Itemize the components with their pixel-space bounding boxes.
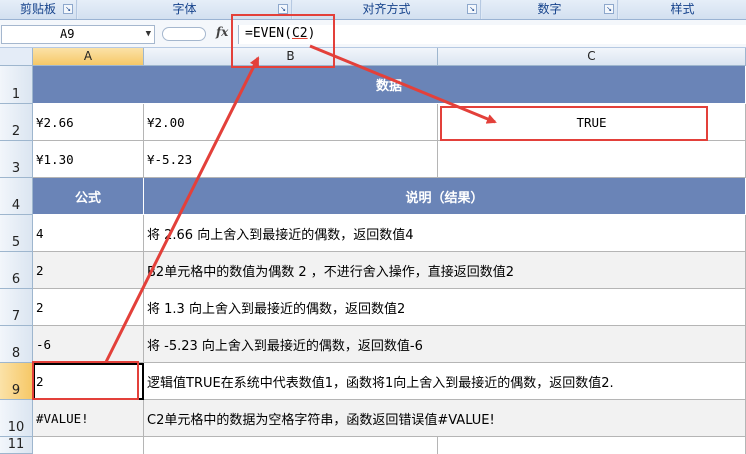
- ribbon-group-clipboard[interactable]: 剪贴板 ↘: [0, 0, 77, 19]
- ribbon-group-label: 剪贴板: [19, 2, 56, 16]
- ribbon-group-label: 字体: [172, 2, 197, 16]
- row-header-9[interactable]: 9: [0, 363, 33, 400]
- dialog-launcher-icon[interactable]: ↘: [467, 4, 477, 14]
- ribbon-group-styles[interactable]: 样式: [619, 0, 746, 19]
- row-header-6[interactable]: 6: [0, 252, 33, 289]
- cell-c3[interactable]: [438, 141, 746, 178]
- row-header-1[interactable]: 1: [0, 66, 33, 104]
- cell-b11[interactable]: [144, 437, 438, 454]
- row-header-10[interactable]: 10: [0, 400, 33, 437]
- cell-b6[interactable]: B2单元格中的数值为偶数 2 ，不进行舍入操作，直接返回数值2: [144, 252, 746, 289]
- cell-a10[interactable]: #VALUE!: [33, 400, 144, 437]
- c2-highlight-box: [440, 106, 708, 141]
- column-header-c[interactable]: C: [438, 48, 746, 66]
- name-box-value: A9: [60, 27, 75, 41]
- cell-a3[interactable]: ¥1.30: [33, 141, 144, 178]
- cell-b3[interactable]: ¥-5.23: [144, 141, 438, 178]
- cell-a8[interactable]: -6: [33, 326, 144, 363]
- cell-a6[interactable]: 2: [33, 252, 144, 289]
- ribbon-group-bar: 剪贴板 ↘ 字体 ↘ 对齐方式 ↘ 数字 ↘ 样式: [0, 0, 746, 20]
- cell-a11[interactable]: [33, 437, 144, 454]
- description-header-cell[interactable]: 说明（结果）: [144, 178, 746, 215]
- row-header-4[interactable]: 4: [0, 178, 33, 215]
- insert-function-icon[interactable]: fx: [216, 25, 228, 39]
- data-header-cell[interactable]: 数据: [33, 66, 746, 104]
- formula-highlight-box: [231, 14, 335, 68]
- cell-a7[interactable]: 2: [33, 289, 144, 326]
- row-header-2[interactable]: 2: [0, 104, 33, 141]
- ribbon-group-label: 对齐方式: [362, 2, 411, 16]
- cell-b7[interactable]: 将 1.3 向上舍入到最接近的偶数，返回数值2: [144, 289, 746, 326]
- ribbon-group-label: 数字: [537, 2, 562, 16]
- row-header-3[interactable]: 3: [0, 141, 33, 178]
- cell-b8[interactable]: 将 -5.23 向上舍入到最接近的偶数，返回数值-6: [144, 326, 746, 363]
- cell-b9[interactable]: 逻辑值TRUE在系统中代表数值1，函数将1向上舍入到最接近的偶数，返回数值2.: [144, 363, 746, 400]
- expand-handle[interactable]: [162, 27, 206, 41]
- dialog-launcher-icon[interactable]: ↘: [278, 4, 288, 14]
- cell-b5[interactable]: 将 2.66 向上舍入到最接近的偶数，返回数值4: [144, 215, 746, 252]
- dialog-launcher-icon[interactable]: ↘: [63, 4, 73, 14]
- row-header-8[interactable]: 8: [0, 326, 33, 363]
- formula-header-cell[interactable]: 公式: [33, 178, 144, 215]
- name-box[interactable]: A9 ▼: [1, 25, 155, 44]
- cell-b10[interactable]: C2单元格中的数据为空格字符串，函数返回错误值#VALUE!: [144, 400, 746, 437]
- chevron-down-icon[interactable]: ▼: [146, 26, 151, 43]
- ribbon-group-label: 样式: [670, 2, 695, 16]
- row-header-5[interactable]: 5: [0, 215, 33, 252]
- cell-a2[interactable]: ¥2.66: [33, 104, 144, 141]
- column-header-a[interactable]: A: [33, 48, 144, 66]
- row-header-7[interactable]: 7: [0, 289, 33, 326]
- cell-c11[interactable]: [438, 437, 746, 454]
- select-all-corner[interactable]: [0, 48, 33, 66]
- formula-tools: fx: [160, 25, 234, 44]
- a9-highlight-box: [32, 361, 139, 400]
- row-header-11[interactable]: 11: [0, 437, 33, 454]
- dialog-launcher-icon[interactable]: ↘: [604, 4, 614, 14]
- formula-bar: A9 ▼ fx =EVEN(C2): [0, 20, 746, 48]
- ribbon-group-number[interactable]: 数字 ↘: [482, 0, 618, 19]
- cell-a5[interactable]: 4: [33, 215, 144, 252]
- cell-b2[interactable]: ¥2.00: [144, 104, 438, 141]
